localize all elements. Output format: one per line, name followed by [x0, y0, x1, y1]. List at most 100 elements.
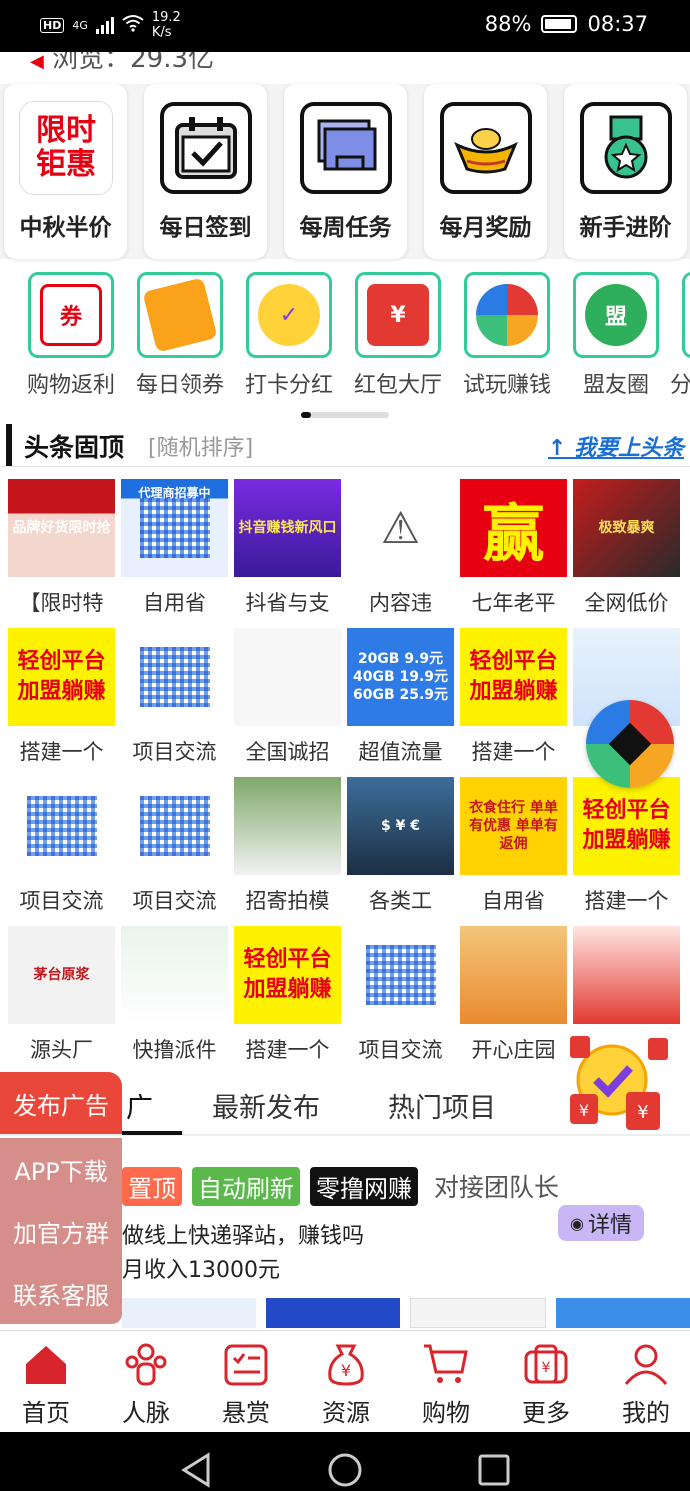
floating-compass-button[interactable]: [586, 700, 674, 788]
qr-code-icon: [139, 647, 210, 707]
tile-caption: 招寄拍模: [245, 889, 330, 913]
cart-coupon-icon[interactable]: 券: [28, 272, 114, 358]
active-tab-underline: [122, 1131, 182, 1135]
tile-caption: 自用省: [482, 889, 545, 913]
eye-icon: ◉: [570, 1213, 584, 1233]
feature-newbie-advance[interactable]: 新手进阶: [564, 84, 687, 259]
tile-image: 品牌好货限时抢: [8, 479, 115, 577]
detail-button[interactable]: ◉ 详情: [558, 1205, 644, 1241]
tile-caption: 搭建一个: [584, 889, 669, 913]
clock: 08:37: [587, 12, 648, 36]
nav-label: 更多: [522, 1399, 570, 1427]
grid-tile[interactable]: 品牌好货限时抢 【限时特: [8, 479, 115, 617]
section-title: 头条固顶: [24, 433, 125, 462]
grid-tile[interactable]: 抖音赚钱新风口 抖省与支: [234, 479, 341, 617]
grid-tile[interactable]: 开心庄园: [460, 926, 567, 1064]
grid-tile[interactable]: 项目交流: [347, 926, 454, 1064]
grid-tile[interactable]: 轻创平台加盟躺赚 搭建一个: [234, 926, 341, 1064]
go-headline-link[interactable]: ↑ 我要上头条: [548, 430, 684, 462]
headline-section-header: 头条固顶 [随机排序] ↑ 我要上头条: [0, 424, 690, 468]
checkin-gift-icon[interactable]: ✓: [246, 272, 332, 358]
detail-label: 详情: [587, 1213, 632, 1238]
tile-image-text: 轻创平台加盟躺赚: [469, 649, 558, 704]
nav-shopping[interactable]: 购物: [396, 1341, 496, 1428]
tile-image: [8, 777, 115, 875]
post-title[interactable]: 对接团队长: [428, 1166, 565, 1206]
wallet-icon: ¥: [521, 1341, 571, 1387]
nav-contacts[interactable]: 人脉: [96, 1341, 196, 1428]
grid-tile[interactable]: 赢七年老平: [460, 479, 567, 617]
wifi-icon: [122, 14, 144, 36]
grid-tile[interactable]: 项目交流: [8, 777, 115, 915]
tab-hot-projects[interactable]: 热门项目: [388, 1086, 496, 1125]
ticket-icon[interactable]: [137, 272, 223, 358]
grid-tile[interactable]: 快撸派件: [121, 926, 228, 1064]
grid-tile[interactable]: 轻创平台加盟躺赚 搭建一个: [573, 777, 680, 915]
grid-tile[interactable]: 极致暴爽 全网低价: [573, 479, 680, 617]
post-ad-button[interactable]: 发布广告: [0, 1072, 122, 1134]
tile-image: $ ¥ €: [347, 777, 454, 875]
gold-ingot-icon: [440, 102, 532, 194]
tile-caption: 内容违: [369, 591, 432, 615]
tile-image: ⚠: [347, 479, 454, 577]
post-thumbnails[interactable]: [122, 1298, 690, 1328]
signal-icon: [95, 16, 114, 34]
grid-tile[interactable]: 茅台原浆 源头厂: [8, 926, 115, 1064]
view-count-text: ◀ 浏览：29.3亿: [30, 52, 215, 70]
nav-bounty[interactable]: 悬赏: [196, 1341, 296, 1428]
tile-caption: 各类工: [369, 889, 432, 913]
contact-service-button[interactable]: 联系客服: [0, 1262, 122, 1324]
grid-tile[interactable]: 轻创平台加盟躺赚 搭建一个: [8, 628, 115, 766]
post-description[interactable]: 做线上快递驿站，赚钱吗 月收入13000元: [122, 1220, 364, 1288]
qr-code-icon: [26, 796, 97, 856]
tile-image: [121, 628, 228, 726]
red-envelope-icon[interactable]: ¥: [355, 272, 441, 358]
user-icon: [621, 1341, 671, 1387]
nav-home[interactable]: 首页: [0, 1341, 96, 1428]
tile-image: 茅台原浆: [8, 926, 115, 1024]
grid-tile[interactable]: 全国诚招: [234, 628, 341, 766]
feature-weekly-task[interactable]: 每周任务: [284, 84, 407, 259]
nav-more[interactable]: ¥ 更多: [496, 1341, 596, 1428]
feature-monthly-reward[interactable]: 每月奖励: [424, 84, 547, 259]
people-icon: [121, 1341, 171, 1387]
tag-auto-refresh: 自动刷新: [192, 1166, 300, 1206]
svg-text:¥: ¥: [341, 1361, 351, 1380]
tab-active[interactable]: 广: [126, 1086, 153, 1125]
tile-image-text: ⚠: [380, 502, 421, 554]
compass-icon[interactable]: [464, 272, 550, 358]
app-download-button[interactable]: APP下载: [0, 1138, 122, 1200]
tile-image: [234, 777, 341, 875]
nav-resources[interactable]: ¥ 资源: [296, 1341, 396, 1428]
grid-tile[interactable]: 衣食住行 单单有优惠 单单有返佣 自用省: [460, 777, 567, 915]
tile-caption: 全国诚招: [245, 740, 330, 764]
thumb-3: [410, 1298, 546, 1328]
calendar-check-icon: [160, 102, 252, 194]
svg-text:¥: ¥: [542, 1360, 551, 1376]
back-icon: [181, 1452, 210, 1488]
grid-tile[interactable]: $ ¥ € 各类工: [347, 777, 454, 915]
grid-tile[interactable]: 20GB 9.9元 40GB 19.9元 60GB 25.9元 超值流量: [347, 628, 454, 766]
tile-caption: 全网低价: [584, 591, 669, 615]
partial-icon[interactable]: [682, 272, 690, 358]
nav-mine[interactable]: 我的: [596, 1341, 690, 1428]
tile-image-text: 轻创平台加盟躺赚: [243, 947, 332, 1002]
divider: [0, 466, 690, 467]
tag-pinned: 置顶: [122, 1166, 182, 1206]
grid-tile[interactable]: 项目交流: [121, 777, 228, 915]
grid-tile[interactable]: 轻创平台加盟躺赚 搭建一个: [460, 628, 567, 766]
feature-midautumn[interactable]: 限时钜惠 中秋半价: [4, 84, 127, 259]
alliance-icon[interactable]: 盟: [573, 272, 659, 358]
feature-daily-checkin[interactable]: 每日签到: [144, 84, 267, 259]
grid-tile[interactable]: 项目交流: [121, 628, 228, 766]
thumb-1: [122, 1298, 256, 1328]
join-group-button[interactable]: 加官方群: [0, 1200, 122, 1262]
tile-image-text: 代理商招募中: [138, 486, 211, 500]
tile-image: [121, 926, 228, 1024]
tab-latest[interactable]: 最新发布: [212, 1086, 320, 1125]
grid-tile[interactable]: ⚠ 内容违: [347, 479, 454, 617]
qr-code-icon: [139, 498, 210, 558]
grid-tile[interactable]: 代理商招募中 自用省: [121, 479, 228, 617]
grid-tile[interactable]: 招寄拍模: [234, 777, 341, 915]
post-line-1: 做线上快递驿站，赚钱吗: [122, 1224, 365, 1249]
